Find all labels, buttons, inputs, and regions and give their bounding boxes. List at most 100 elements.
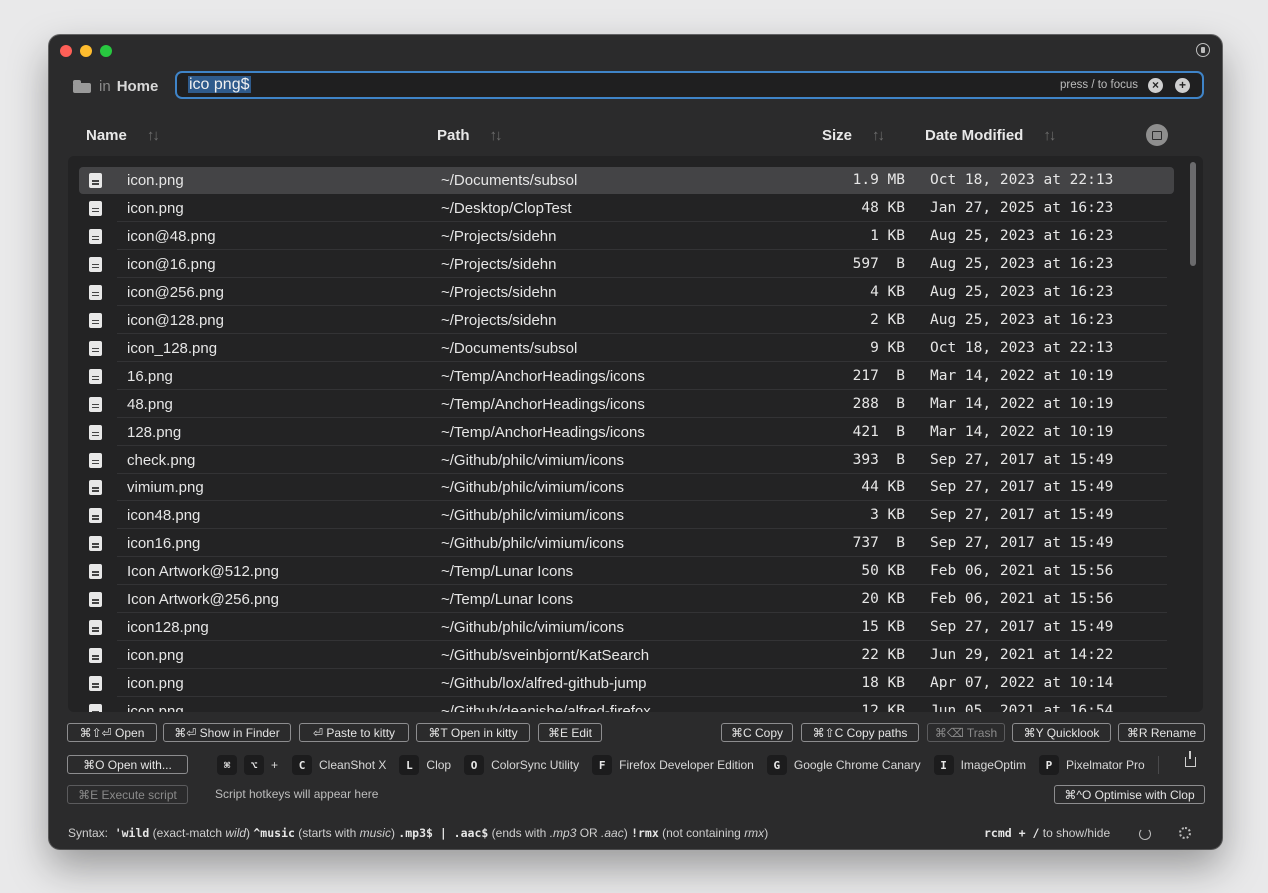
table-row[interactable]: icon48.png ~/Github/philc/vimium/icons 3 K… [79, 502, 1174, 530]
results-list[interactable]: icon.png ~/Documents/subsol 1.9 MB Oct 18, … [68, 156, 1203, 712]
copy-paths-button[interactable]: ⌘⇧C Copy paths [801, 723, 919, 742]
add-filter-icon[interactable]: + [1175, 77, 1190, 93]
file-path: ~/Github/philc/vimium/icons [441, 507, 624, 525]
app-shortcut[interactable]: P Pixelmator Pro [1038, 755, 1145, 775]
table-row[interactable]: icon.png ~/Github/deanishe/alfred-firefox… [79, 698, 1174, 712]
file-size: 20 KB [861, 591, 905, 608]
table-row[interactable]: vimium.png ~/Github/philc/vimium/icons 44 … [79, 474, 1174, 502]
file-size: 217 B [852, 367, 905, 384]
file-size: 50 KB [861, 563, 905, 580]
script-hotkeys-note: Script hotkeys will appear here [215, 787, 379, 801]
syntax-example: .mp3$ | .aac$ [398, 826, 489, 840]
column-name[interactable]: Name ↑↓ [86, 127, 160, 144]
file-path: ~/Temp/Lunar Icons [441, 591, 574, 609]
row-divider [117, 696, 1167, 698]
search-scope[interactable]: in Home [73, 76, 158, 96]
gear-icon[interactable] [1179, 827, 1191, 839]
app-key: F [592, 755, 613, 775]
sort-icon[interactable]: ↑↓ [147, 127, 160, 144]
show-in-finder-button[interactable]: ⌘⏎ Show in Finder [163, 723, 291, 742]
zoom-window-button[interactable] [100, 45, 112, 57]
rename-button[interactable]: ⌘R Rename [1118, 723, 1205, 742]
column-path[interactable]: Path ↑↓ [437, 127, 503, 144]
table-row[interactable]: icon.png ~/Documents/subsol 1.9 MB Oct 18, … [79, 167, 1174, 194]
file-name: 16.png [127, 367, 173, 385]
file-name: icon.png [127, 647, 184, 665]
file-date: Aug 25, 2023 at 16:23 [930, 311, 1114, 328]
file-date: Feb 06, 2021 at 15:56 [930, 591, 1114, 608]
column-date-modified[interactable]: Date Modified ↑↓ [925, 127, 1056, 144]
pin-icon[interactable] [1196, 43, 1210, 57]
file-icon [89, 396, 102, 412]
table-row[interactable]: icon.png ~/Github/sveinbjornt/KatSearch 22… [79, 642, 1174, 670]
quicklook-button[interactable]: ⌘Y Quicklook [1012, 723, 1111, 742]
table-row[interactable]: check.png ~/Github/philc/vimium/icons 393 … [79, 447, 1174, 474]
sort-icon[interactable]: ↑↓ [872, 127, 885, 144]
file-name: 128.png [127, 423, 182, 441]
copy-button[interactable]: ⌘C Copy [721, 723, 793, 742]
row-divider [117, 640, 1167, 642]
file-size: 44 KB [861, 479, 905, 496]
minimize-window-button[interactable] [80, 45, 92, 57]
open-button[interactable]: ⌘⇧⏎ Open [67, 723, 157, 742]
app-shortcut[interactable]: I ImageOptim [933, 755, 1026, 775]
app-name: Pixelmator Pro [1065, 758, 1145, 772]
sort-icon[interactable]: ↑↓ [490, 127, 503, 144]
file-date: Mar 14, 2022 at 10:19 [930, 367, 1114, 384]
table-row[interactable]: Icon Artwork@256.png ~/Temp/Lunar Icons 20… [79, 586, 1174, 614]
table-row[interactable]: Icon Artwork@512.png ~/Temp/Lunar Icons 50… [79, 558, 1174, 586]
file-size: 4 KB [870, 283, 905, 300]
file-icon [89, 592, 102, 608]
search-field[interactable]: ico png$ press / to focus × + [175, 71, 1204, 99]
app-name: ImageOptim [960, 758, 1026, 772]
table-row[interactable]: icon.png ~/Desktop/ClopTest 48 KB Jan 27, 2… [79, 195, 1174, 222]
file-path: ~/Temp/Lunar Icons [441, 563, 574, 581]
column-size[interactable]: Size ↑↓ [822, 127, 885, 144]
file-path: ~/Github/philc/vimium/icons [441, 451, 624, 469]
table-row[interactable]: icon.png ~/Github/lox/alfred-github-jump 1… [79, 670, 1174, 698]
table-row[interactable]: icon@16.png ~/Projects/sidehn 597 B Aug 25,… [79, 251, 1174, 278]
table-row[interactable]: icon@128.png ~/Projects/sidehn 2 KB Aug 25,… [79, 307, 1174, 334]
table-row[interactable]: icon@256.png ~/Projects/sidehn 4 KB Aug 25,… [79, 279, 1174, 306]
sort-icon[interactable]: ↑↓ [1043, 127, 1056, 144]
table-row[interactable]: icon128.png ~/Github/philc/vimium/icons 15… [79, 614, 1174, 642]
edit-button[interactable]: ⌘E Edit [538, 723, 602, 742]
row-divider [117, 276, 1167, 278]
file-size: 288 B [852, 395, 905, 412]
flag-icon[interactable] [1146, 124, 1168, 146]
close-window-button[interactable] [60, 45, 72, 57]
file-icon [89, 200, 102, 216]
table-row[interactable]: icon_128.png ~/Documents/subsol 9 KB Oct 18… [79, 335, 1174, 362]
clear-search-icon[interactable]: × [1148, 77, 1163, 93]
app-shortcut[interactable]: O ColorSync Utility [464, 755, 579, 775]
optimise-with-clop-button[interactable]: ⌘^O Optimise with Clop [1054, 785, 1205, 804]
table-row[interactable]: icon16.png ~/Github/philc/vimium/icons 737… [79, 530, 1174, 558]
table-row[interactable]: icon@48.png ~/Projects/sidehn 1 KB Aug 25, … [79, 223, 1174, 250]
open-in-kitty-button[interactable]: ⌘T Open in kitty [416, 723, 530, 742]
file-size: 421 B [852, 423, 905, 440]
paste-to-kitty-button[interactable]: ⏎ Paste to kitty [299, 723, 409, 742]
file-path: ~/Projects/sidehn [441, 227, 557, 245]
app-window: in Home ico png$ press / to focus × + Na… [49, 35, 1222, 849]
open-with-button[interactable]: ⌘O Open with... [67, 755, 188, 774]
app-shortcut[interactable]: L Clop [399, 755, 451, 775]
file-path: ~/Temp/AnchorHeadings/icons [441, 367, 645, 385]
trash-button[interactable]: ⌘⌫ Trash [927, 723, 1005, 742]
app-name: Firefox Developer Edition [619, 758, 754, 772]
table-row[interactable]: 48.png ~/Temp/AnchorHeadings/icons 288 B Ma… [79, 391, 1174, 418]
scrollbar[interactable] [1190, 162, 1196, 266]
search-input[interactable]: ico png$ [188, 76, 251, 94]
app-shortcut[interactable]: F Firefox Developer Edition [592, 755, 754, 775]
file-date: Sep 27, 2017 at 15:49 [930, 619, 1114, 636]
file-path: ~/Projects/sidehn [441, 255, 557, 273]
refresh-icon[interactable] [1139, 828, 1151, 840]
file-size: 9 KB [870, 339, 905, 356]
file-name: icon128.png [127, 619, 209, 637]
table-row[interactable]: 128.png ~/Temp/AnchorHeadings/icons 421 B M… [79, 419, 1174, 446]
share-icon[interactable] [1185, 751, 1196, 767]
file-size: 393 B [852, 451, 905, 468]
execute-script-button[interactable]: ⌘E Execute script [67, 785, 188, 804]
table-row[interactable]: 16.png ~/Temp/AnchorHeadings/icons 217 B Ma… [79, 363, 1174, 390]
app-shortcut[interactable]: G Google Chrome Canary [766, 755, 921, 775]
app-shortcut[interactable]: C CleanShot X [292, 755, 386, 775]
